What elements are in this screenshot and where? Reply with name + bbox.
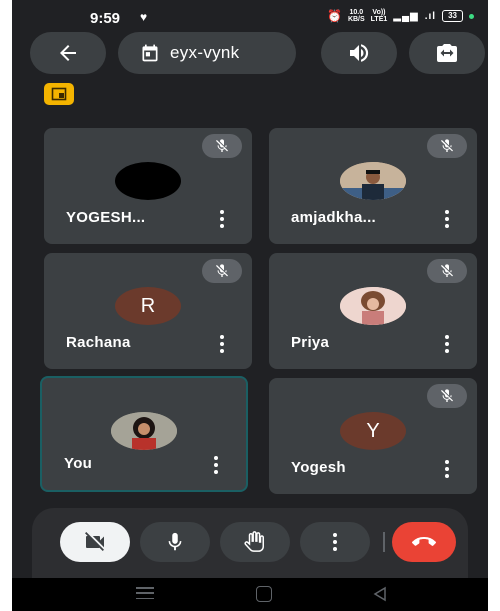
more-vertical-icon [333,533,337,551]
participant-tile[interactable]: amjadkha... [269,128,477,244]
status-time: 9:59 [90,10,121,27]
status-bar: 9:59 ♥ ⏰ 10.0 KB/S Vo)) LTE1 ▂▄▆ .ıl 33 [12,0,488,30]
mic-off-icon [441,389,453,402]
avatar: R [115,287,181,325]
network-speed: 10.0 KB/S [348,9,365,23]
arrow-left-icon [60,45,76,61]
microphone-toggle-button[interactable] [140,522,210,562]
network-speed-unit: KB/S [347,16,365,23]
avatar [340,287,406,325]
signal-icon: ▂▄▆ [393,10,419,22]
heart-icon: ♥ [140,10,148,24]
meeting-info-button[interactable]: eyx-vynk [118,32,296,74]
volte-indicator: Vo)) LTE1 [371,9,388,23]
call-header: eyx-vynk [12,32,488,76]
recording-dot [469,13,474,19]
participant-tile[interactable]: Y Yogesh [269,378,477,494]
raise-hand-icon [244,531,264,552]
more-vertical-icon[interactable] [214,456,218,474]
more-vertical-icon[interactable] [220,335,224,353]
participant-name: amjadkha... [291,209,377,226]
video-off-icon [85,532,104,551]
muted-badge [427,259,467,283]
speaker-icon [350,44,369,62]
participant-tile[interactable]: R Rachana [44,253,252,369]
more-options-button[interactable] [300,522,370,562]
mic-icon [168,532,182,551]
more-vertical-icon[interactable] [445,460,449,478]
avatar-photo [340,162,406,200]
participant-name: YOGESH... [66,209,146,226]
participant-name: You [64,455,93,472]
status-icons: ⏰ 10.0 KB/S Vo)) LTE1 ▂▄▆ .ıl 33 [327,9,474,23]
avatar [340,162,406,200]
muted-badge [427,384,467,408]
avatar-photo [340,287,406,325]
end-call-button[interactable] [392,522,456,562]
muted-badge [202,134,242,158]
meeting-code: eyx-vynk [170,43,240,62]
volte-label-2: LTE1 [370,16,388,23]
back-triangle-icon[interactable] [372,586,388,602]
signal-icon-2: .ıl [424,10,437,22]
participant-name: Rachana [66,334,131,351]
home-icon[interactable] [256,586,272,602]
mic-off-icon [216,264,228,277]
mic-off-icon [441,264,453,277]
more-vertical-icon[interactable] [445,210,449,228]
participant-name: Yogesh [291,459,346,476]
picture-in-picture-badge[interactable] [44,83,74,105]
volte-label-1: Vo)) [372,9,386,16]
alarm-icon: ⏰ [326,9,342,23]
back-button[interactable] [30,32,106,74]
controls-divider [383,532,385,552]
avatar: Y [340,412,406,450]
avatar [115,162,181,200]
muted-badge [427,134,467,158]
raise-hand-button[interactable] [220,522,290,562]
mic-off-icon [216,139,228,152]
self-tile[interactable]: You [40,376,248,492]
recents-icon[interactable] [136,587,154,599]
participant-tile[interactable]: Priya [269,253,477,369]
calendar-icon [142,44,158,62]
end-call-icon [412,536,436,546]
participant-name: Priya [291,334,330,351]
audio-output-button[interactable] [321,32,397,74]
avatar [111,412,177,450]
avatar-photo [111,412,177,450]
more-vertical-icon[interactable] [220,210,224,228]
switch-camera-button[interactable] [409,32,485,74]
camera-switch-icon [437,44,457,62]
pip-icon [51,87,67,101]
camera-toggle-button[interactable] [60,522,130,562]
battery-indicator: 33 [442,10,463,22]
system-nav-bar [12,578,488,611]
call-controls [32,508,468,578]
muted-badge [202,259,242,283]
mic-off-icon [441,139,453,152]
participant-tile[interactable]: YOGESH... [44,128,252,244]
meet-screen: 9:59 ♥ ⏰ 10.0 KB/S Vo)) LTE1 ▂▄▆ .ıl 33 [12,0,488,611]
more-vertical-icon[interactable] [445,335,449,353]
avatar-letter: R [140,294,156,317]
avatar-letter: Y [366,419,380,442]
network-speed-value: 10.0 [349,9,364,16]
